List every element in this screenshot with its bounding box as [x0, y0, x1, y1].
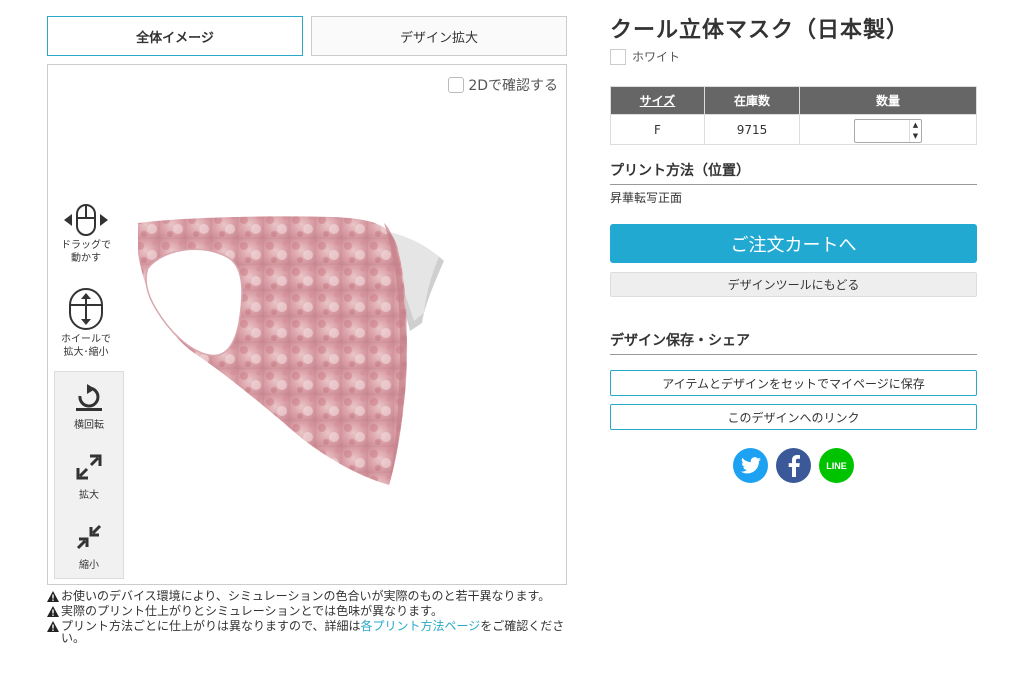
warning-icon [47, 621, 59, 632]
note-3: プリント方法ごとに仕上がりは異なりますので、詳細は各プリント方法ページをご確認く… [47, 620, 567, 644]
note-3-text: プリント方法ごとに仕上がりは異なりますので、詳細は各プリント方法ページをご確認く… [61, 620, 567, 644]
tab-full-image[interactable]: 全体イメージ [47, 16, 303, 56]
print-method-value: 昇華転写正面 [610, 191, 683, 205]
note-2-text: 実際のプリント仕上がりとシミュレーションとでは色味が異なります。 [61, 604, 443, 618]
product-title: クール立体マスク（日本製） [610, 18, 910, 43]
note-2: 実際のプリント仕上がりとシミュレーションとでは色味が異なります。 [47, 605, 567, 617]
cell-size: F [610, 114, 705, 145]
back-to-design-tool-button[interactable]: デザインツールにもどる [610, 272, 977, 297]
mask-3d-preview[interactable] [134, 213, 454, 493]
shrink-icon [76, 524, 102, 550]
header-stock: 在庫数 [704, 86, 800, 115]
order-cart-button[interactable]: ご注文カートへ [610, 224, 977, 263]
header-quantity: 数量 [798, 86, 978, 115]
checkbox-2d[interactable] [448, 77, 465, 93]
save-share-title: デザイン保存・シェア [610, 330, 977, 355]
zoom-in-button[interactable]: 拡大 [55, 452, 123, 501]
table-row: F 9715 ▲ ▼ [610, 114, 978, 145]
save-to-mypage-button[interactable]: アイテムとデザインをセットでマイページに保存 [610, 370, 977, 396]
note-1-text: お使いのデバイス環境により、シミュレーションの色合いが実際のものと若干異なります… [61, 589, 551, 603]
warning-icon [47, 591, 59, 602]
rotate-label: 横回転 [74, 420, 104, 431]
print-method-page-link[interactable]: 各プリント方法ページ [361, 619, 481, 633]
line-icon: LINE [826, 460, 847, 471]
drag-hint: ドラッグで 動かす [56, 203, 116, 265]
color-label: ホワイト [632, 50, 681, 64]
check-2d-toggle[interactable]: 2Dで確認する [448, 75, 558, 95]
stepper-arrows[interactable]: ▲ ▼ [908, 120, 921, 142]
wheel-hint: ホイールで 拡大･縮小 [56, 287, 116, 359]
zoom-out-label: 縮小 [79, 560, 99, 571]
drag-hint-label: ドラッグで 動かす [61, 240, 111, 264]
mouse-wheel-icon [69, 288, 103, 330]
print-method-title: プリント方法（位置） [610, 160, 977, 185]
expand-icon [76, 454, 102, 480]
header-size[interactable]: サイズ [610, 86, 705, 115]
facebook-share-button[interactable] [776, 448, 811, 483]
color-option[interactable]: ホワイト [610, 48, 680, 65]
stepper-up-icon[interactable]: ▲ [910, 120, 921, 131]
twitter-share-button[interactable] [733, 448, 768, 483]
rotate-icon [76, 384, 102, 411]
note-1: お使いのデバイス環境により、シミュレーションの色合いが実際のものと若干異なります… [47, 590, 567, 602]
zoom-in-label: 拡大 [79, 490, 99, 501]
view-tool-panel: 横回転 拡大 縮小 [54, 371, 124, 579]
quantity-stepper[interactable]: ▲ ▼ [853, 119, 922, 143]
stepper-down-icon[interactable]: ▼ [910, 131, 921, 142]
cell-stock: 9715 [704, 114, 800, 145]
tab-design-zoom[interactable]: デザイン拡大 [311, 16, 567, 56]
mouse-drag-icon [64, 204, 108, 236]
line-share-button[interactable]: LINE [819, 448, 854, 483]
zoom-out-button[interactable]: 縮小 [55, 522, 123, 571]
notes: お使いのデバイス環境により、シミュレーションの色合いが実際のものと若干異なります… [47, 590, 567, 647]
design-link-button[interactable]: このデザインへのリンク [610, 404, 977, 430]
rotate-button[interactable]: 横回転 [55, 384, 123, 431]
stock-table: サイズ 在庫数 数量 F 9715 ▲ ▼ [610, 86, 978, 145]
twitter-bird-icon [740, 457, 761, 474]
view-tabs: 全体イメージ デザイン拡大 [47, 16, 567, 56]
wheel-hint-label: ホイールで 拡大･縮小 [61, 334, 111, 358]
cell-quantity: ▲ ▼ [798, 114, 978, 145]
facebook-f-icon [788, 454, 800, 477]
check-2d-label: 2Dで確認する [468, 78, 558, 94]
3d-viewer[interactable]: 2Dで確認する ドラッグで 動かす ホイールで 拡大･縮小 横回転 拡大 縮小 [47, 64, 567, 585]
color-swatch-white[interactable] [610, 48, 626, 65]
warning-icon [47, 606, 59, 617]
note-3-prefix: プリント方法ごとに仕上がりは異なりますので、詳細は [61, 619, 361, 633]
